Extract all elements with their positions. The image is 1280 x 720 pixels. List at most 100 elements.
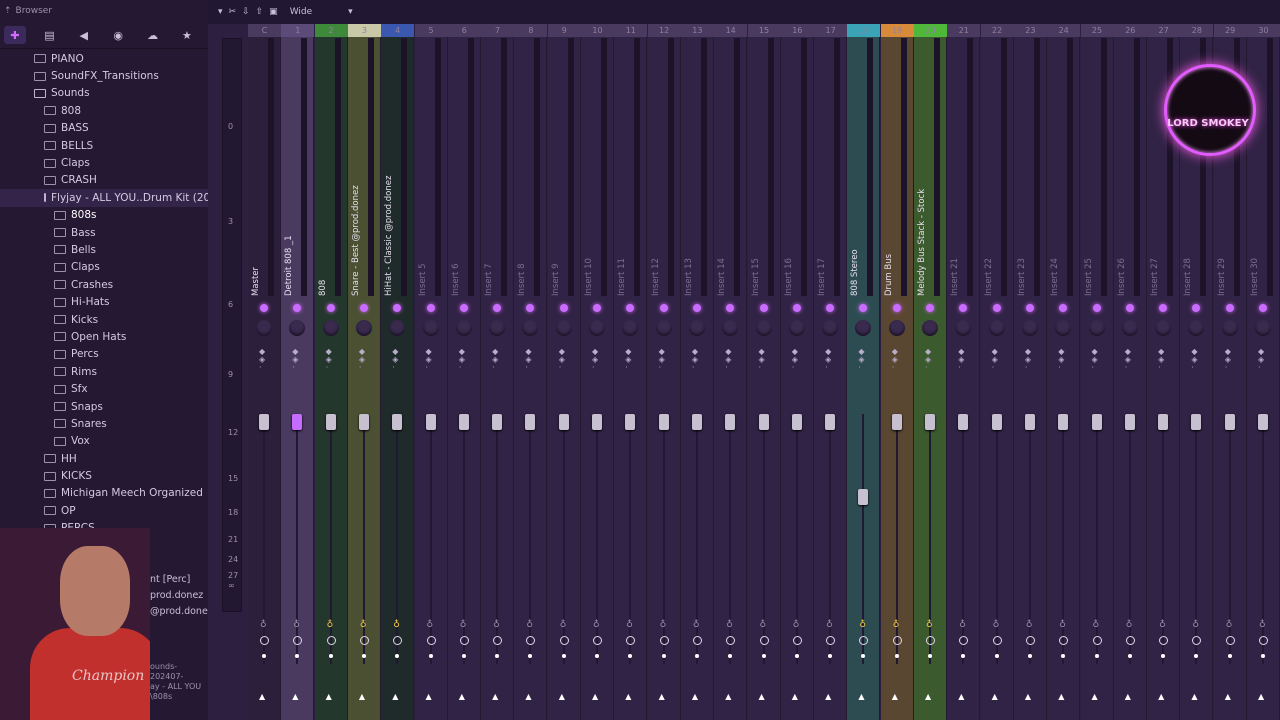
volume-fader[interactable] [1058,414,1069,430]
track-number[interactable]: 11 [614,24,648,37]
mixer-track[interactable]: 16 Insert 16 ◆ ◈ · ♁ ▲ [780,24,814,720]
route-dot-icon[interactable] [262,654,266,658]
route-circle-icon[interactable] [426,636,436,645]
volume-fader[interactable] [725,414,736,430]
volume-fader[interactable] [958,414,969,430]
route-circle-icon[interactable] [326,636,336,645]
track-name[interactable]: Detroit 808 _1 [284,56,296,296]
star-icon[interactable]: ★ [176,26,198,44]
send-led-icon[interactable] [326,304,335,312]
pan-knob[interactable] [1121,320,1138,336]
mixer-track[interactable]: 24 Insert 24 ◆ ◈ · ♁ ▲ [1047,24,1081,720]
volume-fader[interactable] [758,414,769,430]
cloud-icon[interactable]: ☁ [142,26,164,44]
fx-lamp-icon[interactable]: ♁ [926,620,933,630]
tree-item[interactable]: Bells [0,241,208,258]
chevron-down-icon[interactable]: ▾ [348,7,353,17]
track-number[interactable]: 17 [814,24,848,37]
send-led-icon[interactable] [359,304,368,312]
track-name[interactable]: Insert 21 [950,56,962,296]
volume-fader[interactable] [891,414,902,430]
tree-item[interactable]: Rims [0,363,208,380]
tree-item[interactable]: Sounds [0,85,208,102]
route-circle-icon[interactable] [892,636,902,645]
file-icon[interactable]: ▤ [38,26,60,44]
pan-knob[interactable] [322,320,339,336]
route-arrow-icon[interactable]: ▲ [725,692,731,701]
track-name[interactable]: Insert 22 [984,56,996,296]
route-arrow-icon[interactable]: ▲ [1225,692,1231,701]
pan-knob[interactable] [589,320,605,336]
volume-fader[interactable] [1024,414,1035,430]
pan-knob[interactable] [688,320,705,336]
tree-item[interactable]: KICKS [0,467,208,484]
route-arrow-icon[interactable]: ▲ [958,692,964,701]
track-name[interactable]: Insert 9 [551,56,563,297]
fx-lamp-icon[interactable]: ♁ [1026,620,1033,630]
track-name[interactable]: Drum Bus [884,56,896,296]
send-led-icon[interactable] [992,304,1001,312]
route-arrow-icon[interactable]: ▲ [592,692,598,701]
fx-lamp-icon[interactable]: ♁ [360,620,367,630]
stereo-arrows-icon[interactable]: ◆ ◈ · [492,348,498,372]
route-arrow-icon[interactable]: ▲ [326,692,332,701]
route-dot-icon[interactable] [595,654,599,658]
send-led-icon[interactable] [892,304,901,312]
mixer-track[interactable]: C Master ◆ ◈ · ♁ ▲ [248,24,281,720]
send-led-icon[interactable] [692,304,701,312]
mixer-track[interactable]: 8 Insert 8 ◆ ◈ · ♁ ▲ [514,24,548,720]
stereo-arrows-icon[interactable]: ◆ ◈ · [1191,348,1197,372]
route-circle-icon[interactable] [1125,636,1135,645]
track-number[interactable]: 1 [281,24,315,37]
send-led-icon[interactable] [1259,304,1267,312]
send-led-icon[interactable] [260,304,268,312]
send-led-icon[interactable] [1125,304,1134,312]
track-number[interactable]: 14 [714,24,748,37]
track-number[interactable]: 18 [847,24,881,37]
track-number[interactable]: 27 [1147,24,1181,37]
track-name[interactable]: Insert 25 [1084,56,1096,296]
speaker-icon[interactable]: ◀ [73,26,95,44]
tree-item[interactable]: OP [0,502,208,519]
fx-lamp-icon[interactable]: ♁ [493,620,500,630]
stereo-arrows-icon[interactable]: ◆ ◈ · [1092,348,1098,372]
mixer-track[interactable]: 14 Insert 14 ◆ ◈ · ♁ ▲ [714,24,748,720]
tree-item[interactable]: BASS [0,120,208,137]
stereo-arrows-icon[interactable]: ◆ ◈ · [792,348,798,372]
stereo-arrows-icon[interactable]: ◆ ◈ · [992,348,998,372]
track-number[interactable]: 28 [1180,24,1214,37]
fx-lamp-icon[interactable]: ♁ [1159,620,1166,630]
track-number[interactable]: 29 [1213,24,1247,37]
fx-lamp-icon[interactable]: ♁ [327,620,334,630]
volume-fader[interactable] [691,414,702,430]
pan-knob[interactable] [655,320,672,336]
send-led-icon[interactable] [1225,304,1234,312]
color-icon[interactable]: ▣ [269,7,278,17]
pan-knob[interactable] [489,320,506,336]
pan-knob[interactable] [1221,320,1238,336]
track-number[interactable]: 15 [747,24,781,37]
mixer-track[interactable]: 18 808 Stereo ◆ ◈ · ♁ ▲ [847,24,881,720]
stereo-arrows-icon[interactable]: ◆ ◈ · [858,348,864,372]
mixer-track[interactable]: 6 Insert 6 ◆ ◈ · ♁ ▲ [447,24,481,720]
stereo-arrows-icon[interactable]: ◆ ◈ · [725,348,731,372]
pan-knob[interactable] [922,320,938,336]
volume-fader[interactable] [1124,414,1135,430]
volume-fader[interactable] [492,414,503,430]
pan-knob[interactable] [355,320,372,336]
tree-item[interactable]: Sfx [0,380,208,397]
volume-fader[interactable] [658,414,669,430]
tree-item[interactable]: Michigan Meech Organized [0,485,208,502]
tree-item[interactable]: 808 [0,102,208,119]
track-number[interactable]: 8 [514,24,548,37]
route-arrow-icon[interactable]: ▲ [1258,692,1264,701]
mixer-track[interactable]: 25 Insert 25 ◆ ◈ · ♁ ▲ [1080,24,1114,720]
route-dot-icon[interactable] [994,654,999,658]
track-number[interactable]: 21 [947,24,981,37]
route-circle-icon[interactable] [359,636,369,645]
stereo-arrows-icon[interactable]: ◆ ◈ · [892,348,898,372]
track-number[interactable]: 13 [680,24,714,37]
pan-knob[interactable] [555,320,572,336]
track-number[interactable]: 12 [647,24,681,37]
send-led-icon[interactable] [926,304,934,312]
